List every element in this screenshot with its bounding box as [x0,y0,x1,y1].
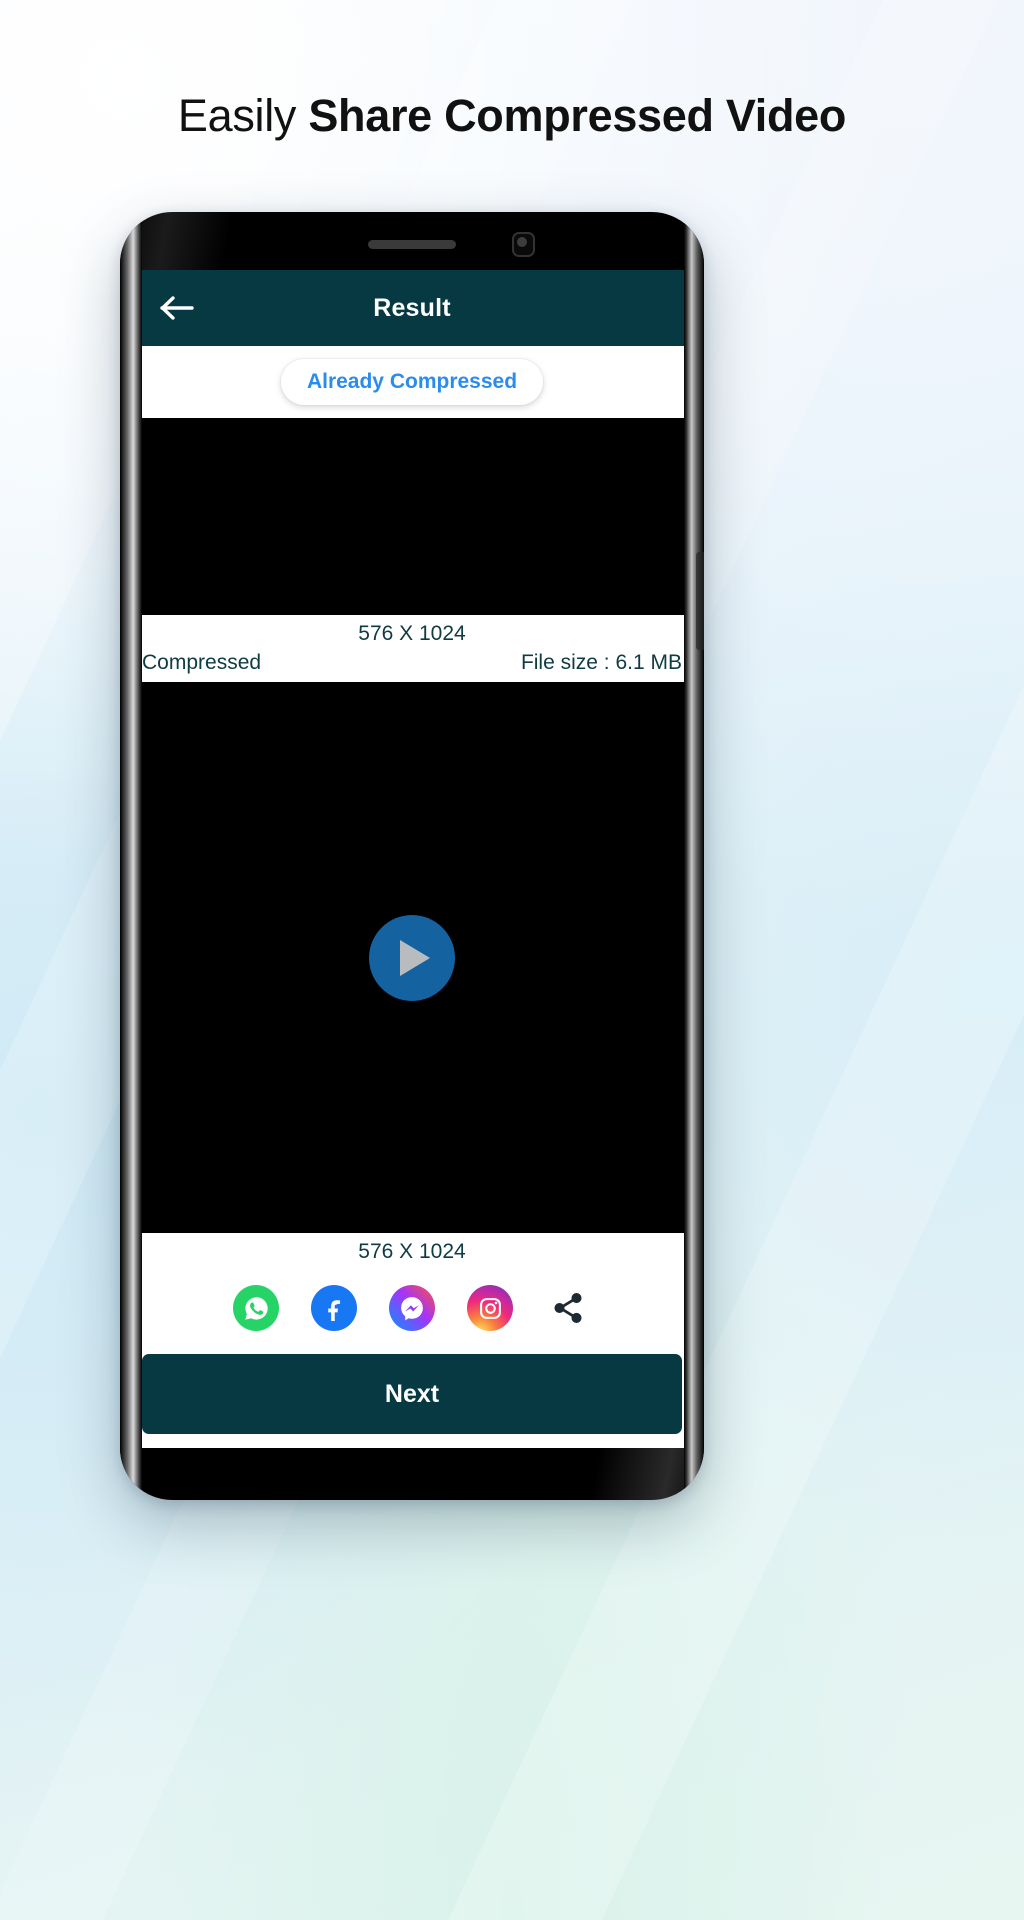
app-bar: Result [140,270,684,346]
phone-mockup: Result Already Compressed 576 X 1024 Com… [120,212,704,1500]
compression-state-label: Compressed [142,651,262,674]
page-headline: Easily Share Compressed Video [0,88,1024,144]
status-chip-row: Already Compressed [140,346,684,418]
play-icon[interactable] [369,914,455,1001]
speaker-grill-icon [368,240,456,249]
compressed-video-preview[interactable] [140,682,684,1233]
phone-right-edge [684,212,704,1500]
file-size-label: File size : 6.1 MB [520,651,682,674]
result-content: Already Compressed 576 X 1024 Compressed… [140,346,684,1448]
page-title: Result [373,293,451,322]
phone-screen: Result Already Compressed 576 X 1024 Com… [140,270,684,1448]
share-icon[interactable] [545,1285,591,1331]
instagram-icon[interactable] [467,1285,513,1331]
next-button[interactable]: Next [142,1354,682,1434]
original-video-preview[interactable] [140,418,684,615]
facebook-icon[interactable] [311,1285,357,1331]
compressed-video-dimensions: 576 X 1024 [358,1240,466,1263]
video-meta-row: Compressed File size : 6.1 MB [140,651,684,682]
original-video-dimensions: 576 X 1024 [358,622,466,645]
whatsapp-icon[interactable] [233,1285,279,1331]
headline-strong-part: Share Compressed Video [308,90,847,141]
messenger-icon[interactable] [389,1285,435,1331]
headline-light-part: Easily [177,90,309,141]
power-button[interactable] [696,552,704,650]
back-arrow-icon[interactable] [154,285,200,331]
share-row [140,1269,684,1341]
status-badge-already-compressed[interactable]: Already Compressed [280,359,544,405]
front-camera-icon [512,232,535,257]
phone-left-edge [120,212,142,1500]
